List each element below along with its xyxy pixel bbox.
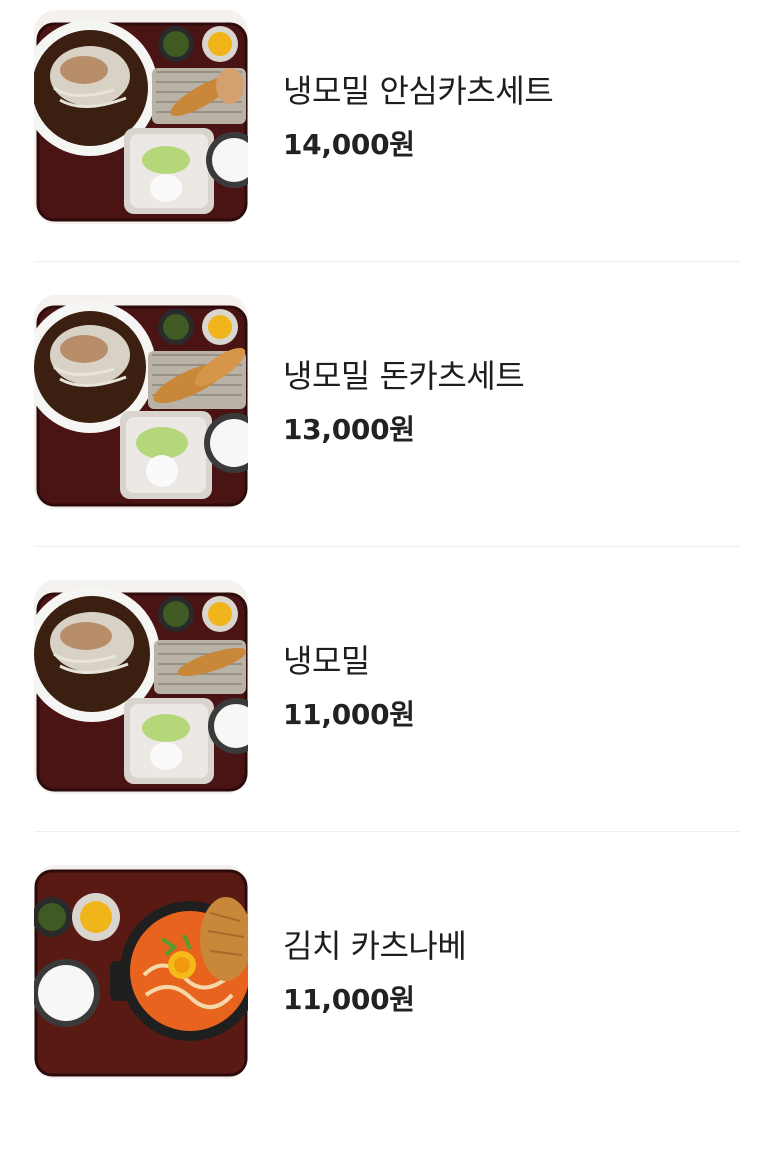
menu-item-price: 11,000원 bbox=[283, 698, 415, 731]
menu-item-name: 냉모밀 bbox=[283, 642, 370, 680]
naengmomil-ansim-katsu-set-photo bbox=[34, 10, 248, 224]
menu-item-photo[interactable] bbox=[34, 10, 248, 224]
menu-item[interactable]: 냉모밀 돈카츠세트 13,000원 bbox=[34, 295, 740, 580]
menu-item-price: 11,000원 bbox=[283, 983, 415, 1016]
menu-item[interactable]: 냉모밀 11,000원 bbox=[34, 580, 740, 865]
kimchi-katsunabe-photo bbox=[34, 865, 248, 1079]
menu-item[interactable]: 냉모밀 안심카츠세트 14,000원 bbox=[34, 10, 740, 295]
menu-item-photo[interactable] bbox=[34, 580, 248, 794]
menu-item-name: 냉모밀 안심카츠세트 bbox=[283, 72, 554, 110]
divider bbox=[34, 261, 740, 262]
menu-item-price: 13,000원 bbox=[283, 413, 415, 446]
menu-item-photo[interactable] bbox=[34, 865, 248, 1079]
menu-list: 냉모밀 안심카츠세트 14,000원 냉모밀 돈카츠세트 13,000원 냉모밀… bbox=[0, 0, 773, 1095]
menu-item[interactable]: 김치 카츠나베 11,000원 bbox=[34, 865, 740, 1150]
menu-item-price: 14,000원 bbox=[283, 128, 415, 161]
divider bbox=[34, 546, 740, 547]
divider bbox=[34, 831, 740, 832]
menu-item-name: 김치 카츠나베 bbox=[283, 927, 467, 965]
naengmomil-photo bbox=[34, 580, 248, 794]
naengmomil-donkatsu-set-photo bbox=[34, 295, 248, 509]
menu-item-name: 냉모밀 돈카츠세트 bbox=[283, 357, 525, 395]
menu-item-photo[interactable] bbox=[34, 295, 248, 509]
